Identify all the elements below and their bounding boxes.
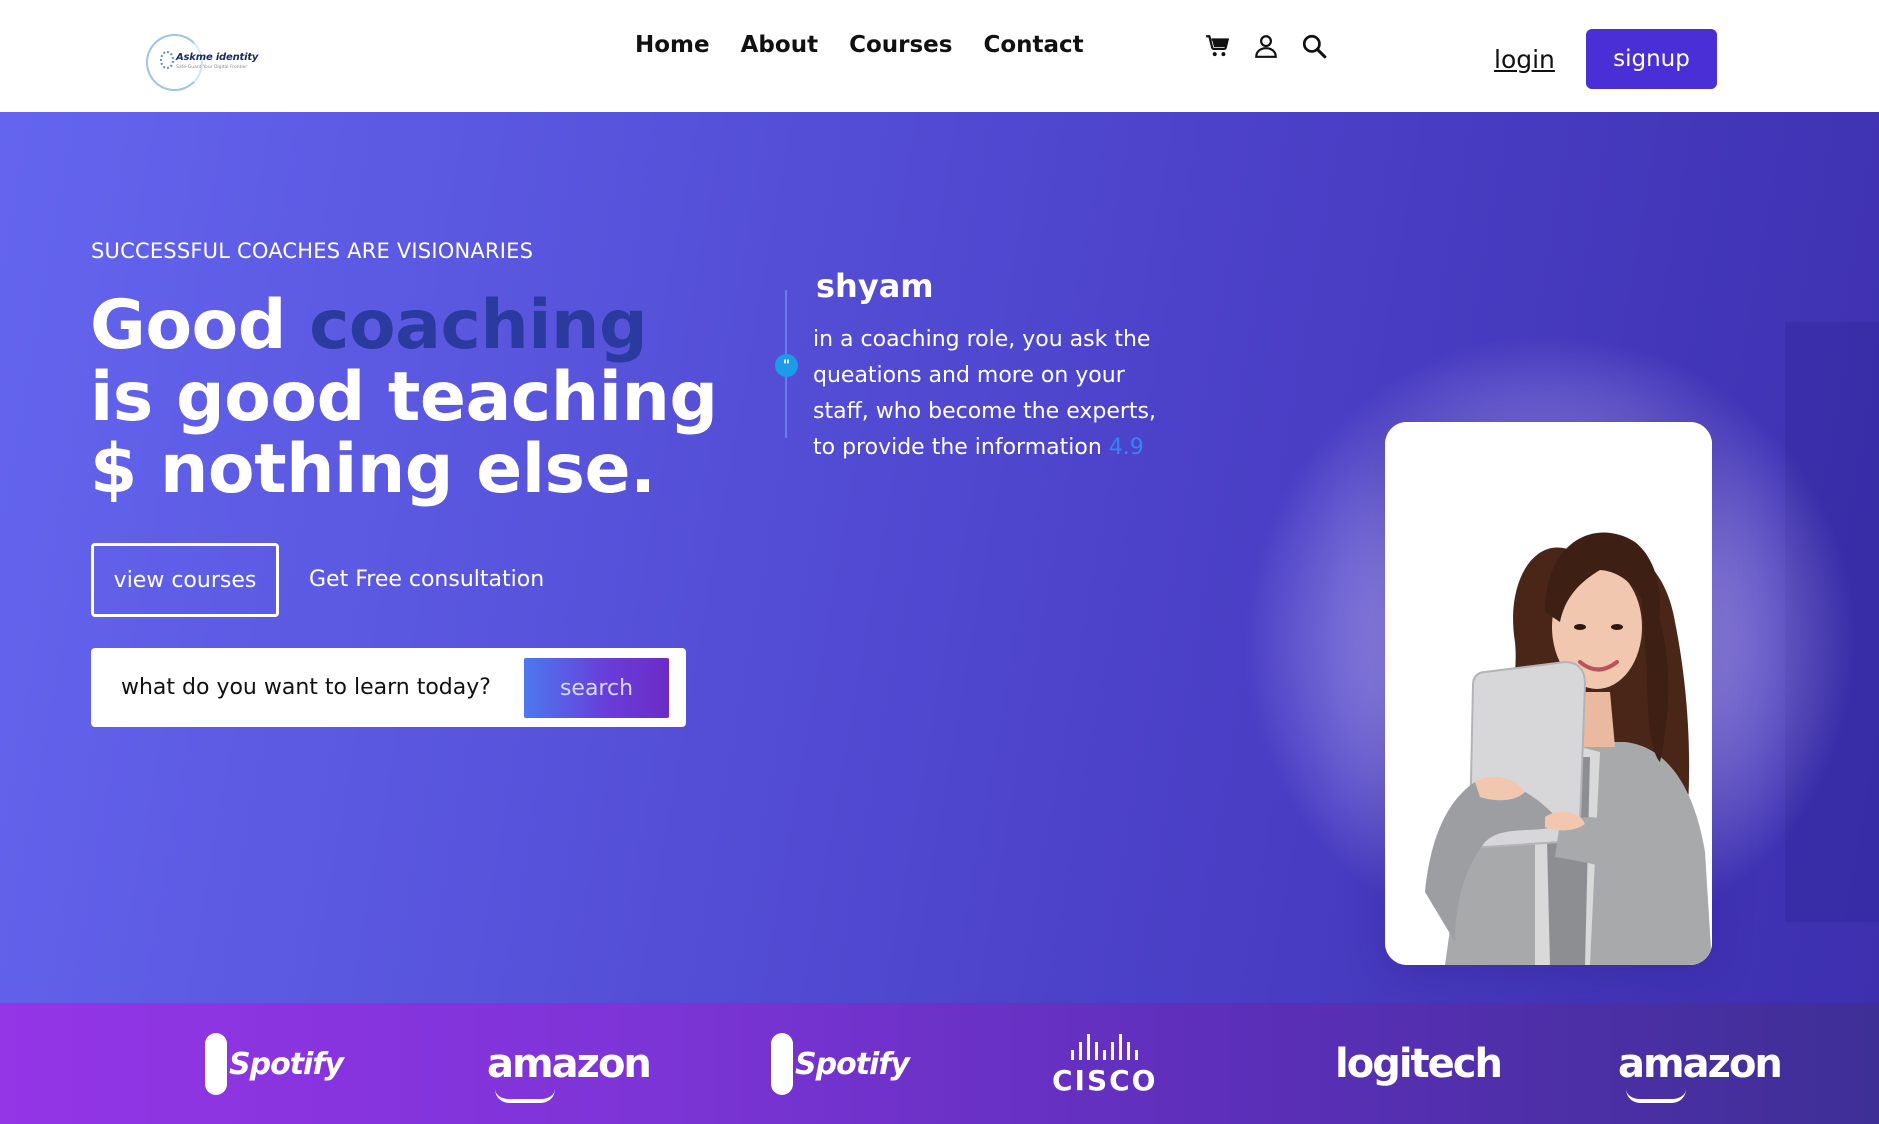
testimonial-body: in a coaching role, you ask the queation… — [813, 327, 1157, 460]
testimonial-author: shyam — [816, 267, 934, 305]
course-search: search — [91, 648, 686, 727]
amazon-smile-icon — [495, 1089, 555, 1103]
brand-logo: amazon — [1618, 1025, 1783, 1103]
view-courses-button[interactable]: view courses — [91, 543, 279, 617]
amazon-smile-icon — [1626, 1089, 1686, 1103]
nav-contact[interactable]: Contact — [983, 32, 1083, 58]
hero-headline: Good coaching is good teaching $ nothing… — [90, 290, 730, 506]
headline-accent: coaching — [309, 286, 648, 365]
spotify-icon — [205, 1033, 227, 1095]
partner-logos: Spotify amazon Spotify CISCO logitech am… — [0, 1003, 1879, 1124]
nav-icons — [1205, 32, 1327, 60]
brand-logo: Spotify — [771, 1025, 910, 1103]
quote-icon: " — [775, 354, 798, 377]
hero-photo — [1385, 422, 1712, 965]
free-consultation-link[interactable]: Get Free consultation — [309, 567, 544, 592]
woman-with-laptop-illustration — [1385, 422, 1712, 965]
fingerprint-icon — [160, 51, 174, 69]
brand-logo: logitech — [1335, 1025, 1503, 1103]
brand-name: logitech — [1335, 1041, 1503, 1087]
brand-name: Spotify — [795, 1046, 910, 1082]
logo[interactable]: Askme identity Safe-Guard Your Digital F… — [146, 34, 258, 91]
headline-part1: Good — [90, 286, 310, 365]
brand-name: CISCO — [1052, 1063, 1158, 1097]
nav-courses[interactable]: Courses — [849, 32, 952, 58]
cart-icon[interactable] — [1205, 32, 1231, 60]
search-icon[interactable] — [1301, 32, 1327, 60]
brand-name: Spotify — [229, 1046, 344, 1082]
brand-logo: CISCO — [1052, 1025, 1157, 1103]
hero-tagline: SUCCESSFUL COACHES ARE VISIONARIES — [91, 239, 534, 263]
login-link[interactable]: login — [1494, 45, 1555, 74]
signup-button[interactable]: signup — [1586, 29, 1717, 89]
user-icon[interactable] — [1253, 32, 1279, 60]
navbar: Askme identity Safe-Guard Your Digital F… — [0, 0, 1879, 112]
brand-name: amazon — [487, 1041, 652, 1087]
brand-name: amazon — [1618, 1041, 1783, 1087]
search-button[interactable]: search — [524, 658, 669, 718]
nav-home[interactable]: Home — [635, 32, 710, 58]
brand-logo: amazon — [487, 1025, 652, 1103]
hero-section: SUCCESSFUL COACHES ARE VISIONARIES Good … — [0, 112, 1879, 1003]
spotify-icon — [771, 1033, 793, 1095]
cisco-bars-icon — [1071, 1032, 1139, 1060]
headline-part2: is good teaching $ nothing else. — [90, 358, 718, 509]
nav-about[interactable]: About — [741, 32, 818, 58]
brand-logo: Spotify — [205, 1025, 344, 1103]
logo-name: Askme identity — [176, 52, 259, 63]
main-nav: Home About Courses Contact — [635, 32, 1084, 58]
logo-tagline: Safe-Guard Your Digital Frontier — [176, 65, 248, 70]
testimonial-rating: 4.9 — [1108, 435, 1144, 460]
testimonial-text: in a coaching role, you ask the queation… — [813, 322, 1163, 466]
